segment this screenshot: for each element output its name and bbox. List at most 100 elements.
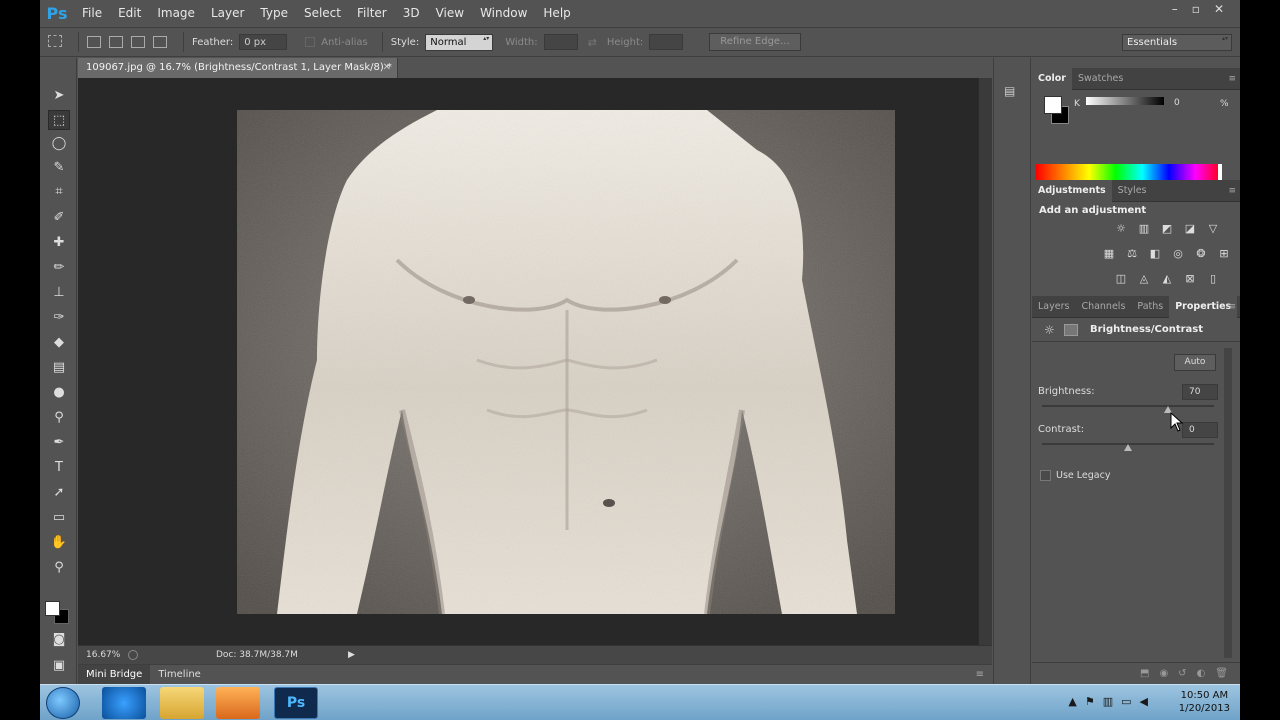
delete-icon[interactable]: 🗑 [1215, 668, 1228, 679]
healing-tool-icon[interactable]: ✚ [48, 233, 70, 253]
new-selection-icon[interactable] [87, 36, 101, 48]
menu-image[interactable]: Image [149, 6, 203, 20]
history-brush-icon[interactable]: ✑ [48, 308, 70, 328]
dodge-tool-icon[interactable]: ⚲ [48, 408, 70, 428]
type-tool-icon[interactable]: T [48, 458, 70, 478]
zoom-tool-icon[interactable]: ⚲ [48, 558, 70, 578]
color-lookup-icon[interactable]: ⊞ [1215, 245, 1233, 263]
ie-taskbar-icon[interactable] [102, 687, 146, 719]
vibrance-icon[interactable]: ▽ [1204, 220, 1222, 238]
path-select-tool-icon[interactable]: ➚ [48, 483, 70, 503]
display-icon[interactable]: ▭ [1121, 695, 1131, 708]
history-panel-icon[interactable]: ▤ [1004, 84, 1020, 98]
screen-mode-icon[interactable]: ▣ [48, 656, 70, 676]
spectrum-white[interactable] [1218, 164, 1222, 180]
feather-input[interactable]: 0 px [239, 34, 288, 50]
antialias-checkbox[interactable] [305, 37, 316, 47]
tab-mini-bridge[interactable]: Mini Bridge [78, 664, 151, 684]
levels-icon[interactable]: ▥ [1135, 220, 1153, 238]
visibility-icon[interactable]: ◐ [1197, 668, 1206, 679]
menu-filter[interactable]: Filter [349, 6, 395, 20]
contrast-slider-thumb[interactable] [1124, 444, 1132, 451]
quick-select-tool-icon[interactable]: ✎ [48, 158, 70, 178]
clip-to-layer-icon[interactable]: ⬒ [1140, 668, 1149, 679]
document-tab[interactable]: 109067.jpg @ 16.7% (Brightness/Contrast … [78, 58, 398, 78]
use-legacy-checkbox[interactable] [1040, 470, 1051, 481]
marquee-tool-icon[interactable]: ⬚ [48, 110, 70, 130]
hand-tool-icon[interactable]: ✋ [48, 533, 70, 553]
brush-tool-icon[interactable]: ✏ [48, 258, 70, 278]
reset-icon[interactable]: ↺ [1178, 668, 1186, 679]
properties-menu-icon[interactable]: ≡ [1228, 302, 1236, 312]
media-player-taskbar-icon[interactable] [216, 687, 260, 719]
vertical-scrollbar[interactable] [978, 78, 992, 645]
move-tool-icon[interactable]: ➤ [48, 86, 70, 106]
zoom-preview-icon[interactable] [128, 650, 138, 660]
view-previous-icon[interactable]: ◉ [1159, 668, 1168, 679]
menu-layer[interactable]: Layer [203, 6, 252, 20]
tab-styles[interactable]: Styles [1112, 180, 1153, 202]
brightness-slider[interactable] [1042, 405, 1214, 407]
add-selection-icon[interactable] [109, 36, 123, 48]
menu-view[interactable]: View [428, 6, 472, 20]
crop-tool-icon[interactable]: ⌗ [48, 182, 70, 202]
properties-scrollbar[interactable] [1224, 348, 1232, 658]
brightness-contrast-icon[interactable]: ☼ [1112, 220, 1130, 238]
subtract-selection-icon[interactable] [131, 36, 145, 48]
tab-timeline[interactable]: Timeline [150, 669, 209, 680]
tab-color[interactable]: Color [1032, 67, 1072, 90]
gradient-map-icon[interactable]: ▯ [1204, 270, 1222, 288]
document-image[interactable] [237, 110, 895, 614]
height-input[interactable] [649, 34, 684, 50]
tab-layers[interactable]: Layers [1032, 296, 1075, 318]
photo-filter-icon[interactable]: ◎ [1169, 245, 1187, 263]
color-panel-menu-icon[interactable]: ≡ [1228, 74, 1236, 84]
blur-tool-icon[interactable]: ● [48, 383, 70, 403]
menu-edit[interactable]: Edit [110, 6, 149, 20]
maximize-button[interactable]: ▫ [1192, 2, 1200, 16]
threshold-icon[interactable]: ◭ [1158, 270, 1176, 288]
eraser-tool-icon[interactable]: ◆ [48, 333, 70, 353]
invert-icon[interactable]: ◫ [1112, 270, 1130, 288]
shape-tool-icon[interactable]: ▭ [48, 508, 70, 528]
tab-swatches[interactable]: Swatches [1072, 68, 1129, 90]
canvas-area[interactable] [78, 78, 978, 645]
start-button-icon[interactable] [46, 687, 80, 719]
tab-adjustments[interactable]: Adjustments [1032, 179, 1112, 202]
refine-edge-button[interactable]: Refine Edge... [709, 33, 801, 51]
posterize-icon[interactable]: ◬ [1135, 270, 1153, 288]
panel-menu-icon[interactable]: ≡ [976, 669, 984, 680]
menu-help[interactable]: Help [535, 6, 578, 20]
volume-icon[interactable]: ◀ [1140, 695, 1148, 708]
hue-saturation-icon[interactable]: ▦ [1100, 245, 1118, 263]
flag-icon[interactable]: ⚑ [1085, 695, 1095, 708]
foreground-color-swatch[interactable] [45, 601, 60, 616]
pen-tool-icon[interactable]: ✒ [48, 433, 70, 453]
minimize-button[interactable]: – [1172, 2, 1178, 16]
contrast-input[interactable]: 0 [1182, 422, 1218, 438]
close-button[interactable]: ✕ [1214, 2, 1224, 16]
marquee-preset-icon[interactable] [40, 34, 70, 50]
color-spectrum[interactable] [1036, 164, 1222, 180]
mask-icon[interactable] [1064, 324, 1078, 336]
auto-button[interactable]: Auto [1174, 354, 1216, 371]
exposure-icon[interactable]: ◪ [1181, 220, 1199, 238]
tab-channels[interactable]: Channels [1075, 296, 1131, 318]
selective-color-icon[interactable]: ⊠ [1181, 270, 1199, 288]
adjustment-sun-icon[interactable]: ☼ [1044, 323, 1055, 337]
tab-properties[interactable]: Properties [1169, 295, 1238, 318]
menu-select[interactable]: Select [296, 6, 349, 20]
black-white-icon[interactable]: ◧ [1146, 245, 1164, 263]
show-hidden-icon[interactable]: ▲ [1068, 695, 1076, 708]
clock[interactable]: 10:50 AM 1/20/2013 [1179, 689, 1230, 715]
brightness-input[interactable]: 70 [1182, 384, 1218, 400]
color-balance-icon[interactable]: ⚖ [1123, 245, 1141, 263]
gradient-tool-icon[interactable]: ▤ [48, 358, 70, 378]
tab-paths[interactable]: Paths [1131, 296, 1169, 318]
menu-type[interactable]: Type [252, 6, 296, 20]
status-menu-arrow-icon[interactable]: ▶ [348, 646, 355, 665]
menu-file[interactable]: File [74, 6, 110, 20]
menu-window[interactable]: Window [472, 6, 535, 20]
k-slider[interactable] [1086, 97, 1164, 105]
style-dropdown[interactable]: Normal [425, 33, 494, 51]
